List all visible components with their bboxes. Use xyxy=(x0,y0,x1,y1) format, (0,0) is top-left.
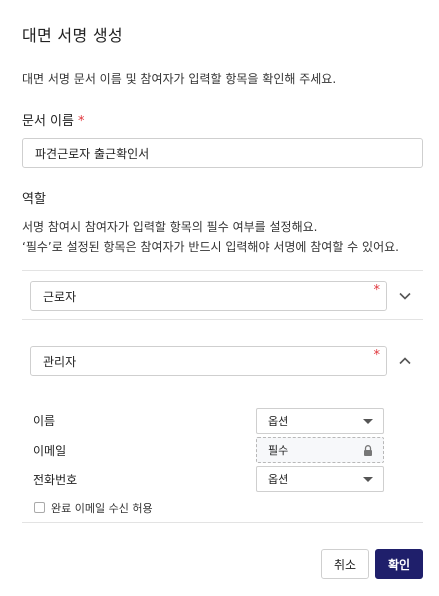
required-mark: * xyxy=(373,348,381,363)
caret-down-icon xyxy=(363,477,373,482)
role-input-worker[interactable]: 근로자 * xyxy=(30,281,387,311)
divider xyxy=(22,270,423,271)
document-name-label: 문서 이름 * xyxy=(22,110,84,129)
lock-icon xyxy=(364,445,372,456)
field-option-select-email: 필수 xyxy=(256,437,384,463)
field-option-select-phone[interactable]: 옵션 xyxy=(256,466,384,492)
divider xyxy=(22,319,423,320)
document-name-value: 파견근로자 출근확인서 xyxy=(35,146,150,161)
roles-description-line2: ‘필수’로 설정된 항목은 참여자가 반드시 입력해야 서명에 참여할 수 있어… xyxy=(22,240,399,254)
field-label-name: 이름 xyxy=(33,414,56,428)
required-mark: * xyxy=(77,114,85,129)
role-name: 근로자 xyxy=(43,289,77,304)
dialog-description: 대면 서명 문서 이름 및 참여자가 입력할 항목을 확인해 주세요. xyxy=(22,72,337,86)
confirm-button[interactable]: 확인 xyxy=(375,549,423,579)
required-mark: * xyxy=(373,283,381,298)
collapse-role-manager-button[interactable] xyxy=(395,352,415,370)
field-option-value: 필수 xyxy=(268,444,289,457)
field-label-email: 이메일 xyxy=(33,444,67,458)
roles-label: 역할 xyxy=(22,192,46,207)
chevron-up-icon xyxy=(399,357,411,365)
document-name-input[interactable]: 파견근로자 출근확인서 xyxy=(22,138,423,168)
document-name-label-text: 문서 이름 xyxy=(22,114,74,129)
dialog-title: 대면 서명 생성 xyxy=(22,26,123,45)
completion-email-label: 완료 이메일 수신 허용 xyxy=(51,502,153,515)
expand-role-worker-button[interactable] xyxy=(395,287,415,305)
roles-description-line1: 서명 참여시 참여자가 입력할 항목의 필수 여부를 설정해요. xyxy=(22,220,318,234)
caret-down-icon xyxy=(363,419,373,424)
cancel-button[interactable]: 취소 xyxy=(321,549,369,579)
role-name: 관리자 xyxy=(43,354,77,369)
field-option-value: 옵션 xyxy=(268,473,289,486)
completion-email-checkbox[interactable] xyxy=(34,502,45,513)
role-input-manager[interactable]: 관리자 * xyxy=(30,346,387,376)
chevron-down-icon xyxy=(399,292,411,300)
field-option-select-name[interactable]: 옵션 xyxy=(256,408,384,434)
field-label-phone: 전화번호 xyxy=(33,473,78,487)
divider xyxy=(22,522,423,523)
dialog: 대면 서명 생성 대면 서명 문서 이름 및 참여자가 입력할 항목을 확인해 … xyxy=(0,0,439,596)
field-option-value: 옵션 xyxy=(268,415,289,428)
